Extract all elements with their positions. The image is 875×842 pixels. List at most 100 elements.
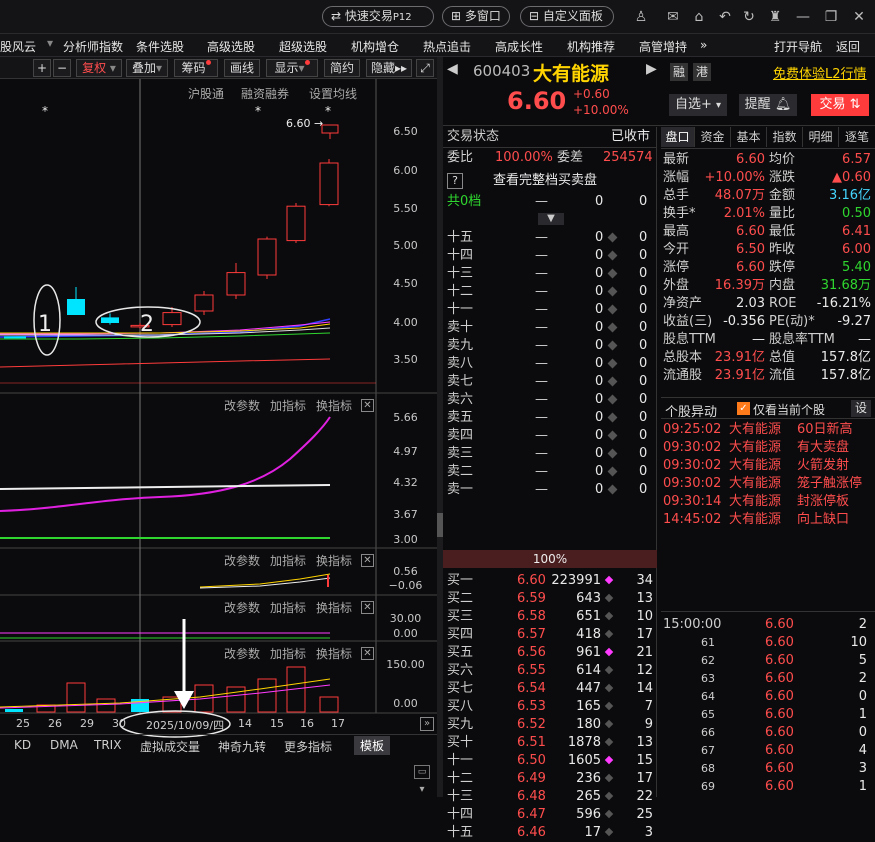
alert-button[interactable]: 提醒 🔔︎ — [739, 94, 797, 116]
user-icon[interactable]: ♙ — [632, 8, 650, 26]
close-icon[interactable]: ✕ — [361, 601, 374, 614]
chart-area[interactable]: * * * 1 2 6.60 → 沪股通 融资融券 设置均线 6.50 6.00… — [0, 79, 437, 797]
buy-price: 6.46 — [517, 825, 546, 840]
add-indicator-link[interactable]: 加指标 — [270, 599, 306, 616]
add-indicator-link[interactable]: 加指标 — [270, 397, 306, 414]
close-icon[interactable]: ✕ — [361, 554, 374, 567]
full-book-link[interactable]: 查看完整档买卖盘 — [493, 173, 597, 188]
edit-params-link[interactable]: 改参数 — [224, 397, 260, 414]
watchlist-button[interactable]: 自选+ ▾ — [669, 94, 727, 116]
menu-item[interactable]: 高成长性 — [495, 38, 543, 55]
alert-event: 火箭发射 — [797, 458, 850, 473]
back-button[interactable]: 返回 — [836, 38, 860, 55]
hgt-link[interactable]: 沪股通 — [188, 85, 224, 102]
menu-item[interactable]: 机构推荐 — [567, 38, 615, 55]
alerts-settings-button[interactable]: 设 — [851, 400, 871, 417]
draw-line-button[interactable]: 画线 — [224, 59, 260, 77]
trade-button[interactable]: 交易 ⇅ — [811, 94, 869, 116]
tab-magic-nine[interactable]: 神奇九转 — [218, 738, 266, 755]
switch-indicator-link[interactable]: 换指标 — [316, 645, 352, 662]
edit-params-link[interactable]: 改参数 — [224, 552, 260, 569]
menu-item[interactable]: 高级选股 — [207, 38, 255, 55]
open-nav-button[interactable]: 打开导航 — [774, 38, 822, 55]
edit-params-link[interactable]: 改参数 — [224, 645, 260, 662]
quick-trade-button[interactable]: ⇄ 快速交易P12 — [322, 6, 434, 27]
switch-indicator-link[interactable]: 换指标 — [316, 599, 352, 616]
display-dropdown[interactable]: 显示▾ — [266, 59, 318, 77]
quote-value: 6.50 — [736, 242, 765, 257]
quote-value: 2.01% — [723, 206, 765, 221]
menu-item[interactable]: 条件选股 — [136, 38, 184, 55]
current-stock-checkbox[interactable]: ✓ — [737, 402, 750, 415]
l2-trial-link[interactable]: 免费体验L2行情 — [773, 63, 867, 82]
fuquan-dropdown[interactable]: 复权 ▾ — [76, 59, 122, 77]
menu-item[interactable]: 分析师指数 — [63, 38, 123, 55]
hk-badge[interactable]: 港 — [693, 63, 711, 81]
edit-params-link[interactable]: 改参数 — [224, 599, 260, 616]
menu-item[interactable]: 超级选股 — [279, 38, 327, 55]
expand-icon[interactable]: ▼ — [538, 213, 564, 225]
menu-item[interactable]: 股风云 — [0, 38, 36, 55]
diamond-icon — [604, 575, 614, 585]
expand-down-icon[interactable]: ▾ — [414, 784, 430, 796]
mail-icon[interactable]: ✉ — [664, 8, 682, 26]
notify-dot — [205, 60, 211, 65]
quote-value: 157.8亿 — [820, 350, 871, 365]
sell-price: — — [535, 320, 548, 335]
ma-settings-link[interactable]: 设置均线 — [309, 85, 357, 102]
close-icon[interactable]: ✕ — [850, 8, 868, 26]
close-icon[interactable]: ✕ — [361, 399, 374, 412]
tick-time: 63 — [701, 672, 715, 685]
close-icon[interactable]: ✕ — [361, 647, 374, 660]
next-stock-icon[interactable]: ▶ — [646, 61, 657, 77]
zoom-out-button[interactable]: − — [53, 59, 71, 77]
y-tick: 3.67 — [393, 508, 418, 521]
home-icon[interactable]: ⌂ — [690, 8, 708, 26]
switch-indicator-link[interactable]: 换指标 — [316, 552, 352, 569]
menu-item[interactable]: 高管增持 — [639, 38, 687, 55]
panel-toggle-icon[interactable]: ▭ — [414, 765, 430, 779]
tab-kd[interactable]: KD — [14, 738, 31, 752]
sell-volume: 0 — [595, 338, 604, 353]
sell-level-label: 十四 — [447, 248, 474, 263]
overlay-dropdown[interactable]: 叠加▾ — [126, 59, 168, 77]
menu-item[interactable]: 机构增仓 — [351, 38, 399, 55]
hide-button[interactable]: 隐藏▸▸ — [366, 59, 412, 77]
tab-trix[interactable]: TRIX — [94, 738, 121, 752]
tab-template[interactable]: 模板 — [354, 736, 391, 755]
margin-link[interactable]: 融资融券 — [241, 85, 289, 102]
shirt-icon[interactable]: ♜ — [766, 8, 784, 26]
tab-detail[interactable]: 明细 — [803, 127, 839, 147]
tab-virtual-volume[interactable]: 虚拟成交量 — [140, 738, 200, 755]
tab-dma[interactable]: DMA — [50, 738, 78, 752]
tab-basic[interactable]: 基本 — [731, 127, 767, 147]
add-indicator-link[interactable]: 加指标 — [270, 645, 306, 662]
tab-index[interactable]: 指数 — [767, 127, 803, 147]
refresh-icon[interactable]: ↻ — [740, 8, 758, 26]
restore-icon[interactable]: ❐ — [822, 8, 840, 26]
simple-button[interactable]: 简约 — [324, 59, 360, 77]
multi-window-button[interactable]: ⊞ 多窗口 — [442, 6, 510, 27]
chip-button[interactable]: 筹码 — [174, 59, 218, 77]
tab-tick[interactable]: 逐笔 — [839, 127, 875, 147]
margin-badge[interactable]: 融 — [670, 63, 688, 81]
undo-icon[interactable]: ↶ — [716, 8, 734, 26]
tab-funds[interactable]: 资金 — [695, 127, 731, 147]
menu-item[interactable]: 热点追击 — [423, 38, 471, 55]
switch-indicator-link[interactable]: 换指标 — [316, 397, 352, 414]
menu-more-button[interactable]: » — [700, 38, 707, 52]
fullscreen-icon[interactable]: ⤢ — [416, 59, 434, 77]
sell-volume: 0 — [595, 446, 604, 461]
zoom-in-button[interactable]: + — [33, 59, 51, 77]
tab-pankou[interactable]: 盘口 — [661, 127, 695, 147]
add-indicator-link[interactable]: 加指标 — [270, 552, 306, 569]
custom-panel-button[interactable]: ⊟ 自定义面板 — [520, 6, 614, 27]
buy-count: 17 — [636, 771, 653, 786]
help-icon[interactable]: ? — [447, 173, 463, 189]
diamond-icon — [607, 448, 618, 459]
minimize-icon[interactable]: — — [794, 8, 812, 26]
scroll-right-button[interactable]: » — [420, 717, 434, 731]
buy-price: 6.55 — [517, 663, 546, 678]
tab-more-indicators[interactable]: 更多指标 — [284, 738, 332, 755]
prev-stock-icon[interactable]: ◀ — [447, 61, 458, 77]
